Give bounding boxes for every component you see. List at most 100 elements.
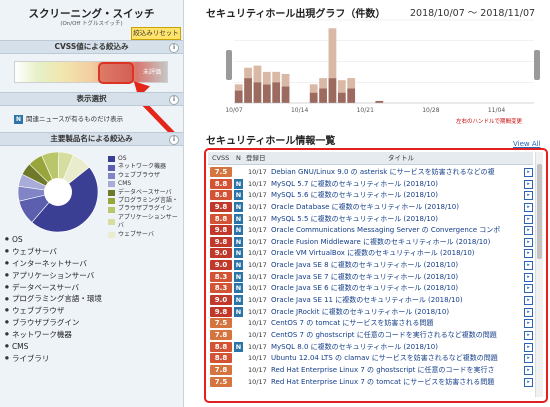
row-title-link[interactable]: Debian GNU/Linux 9.0 の asterisk にサービスを妨害… — [271, 167, 521, 177]
news-filter-toggle[interactable]: N 関連ニュースが有るものだけ表示 — [14, 113, 123, 124]
expand-icon[interactable]: ▸ — [524, 191, 533, 201]
table-row[interactable]: 9.0 N 10/17 Oracle Java SE 8 に複数のセキュリティホール … — [208, 259, 533, 271]
news-badge-icon[interactable]: N — [234, 190, 243, 201]
product-filter-item[interactable]: インターネットサーバ — [5, 258, 102, 270]
row-title-link[interactable]: Oracle Java SE 7 に複数のセキュリティホール (2018/10) — [271, 272, 521, 282]
expand-icon[interactable]: ▸ — [524, 179, 533, 189]
legend-item[interactable]: ネットワーク機器 — [108, 163, 183, 171]
expand-icon[interactable]: ▸ — [524, 272, 533, 282]
legend-item[interactable]: ウェブサーバ — [108, 231, 183, 239]
row-title-link[interactable]: Oracle Fusion Middleware に複数のセキュリティホール (… — [271, 237, 521, 247]
table-row[interactable]: 7.8 10/17 Red Hat Enterprise Linux 7 の gho… — [208, 364, 533, 376]
table-row[interactable]: 8.3 N 10/17 Oracle Java SE 7 に複数のセキュリティホール … — [208, 271, 533, 283]
expand-icon[interactable]: ▸ — [524, 330, 533, 340]
expand-icon[interactable]: ▸ — [524, 168, 533, 177]
product-filter-item[interactable]: ライブラリ — [5, 353, 102, 365]
expand-icon[interactable]: ▸ — [524, 214, 533, 224]
row-title-link[interactable]: CentOS 7 の ghostscript に任意のコードを実行されるなど複数… — [271, 330, 521, 340]
product-filter-item[interactable]: ブラウザプラグイン — [5, 317, 102, 329]
row-title-link[interactable]: Oracle Database に複数のセキュリティホール (2018/10) — [271, 202, 521, 212]
news-badge-icon[interactable]: N — [234, 236, 243, 247]
range-left-handle[interactable] — [226, 50, 232, 80]
news-badge-icon[interactable]: N — [234, 271, 243, 282]
table-row[interactable]: 8.8 N 10/17 MySQL 8.0 に複数のセキュリティホール (2018/1… — [208, 341, 533, 353]
product-filter-item[interactable]: OS — [5, 234, 102, 246]
range-right-handle[interactable] — [534, 50, 540, 80]
table-row[interactable]: 7.8 10/17 CentOS 7 の ghostscript に任意のコードを実… — [208, 329, 533, 341]
news-badge-icon[interactable]: N — [234, 213, 243, 224]
news-badge-icon[interactable]: N — [234, 178, 243, 189]
news-badge-icon[interactable]: N — [234, 341, 243, 352]
news-badge-icon[interactable]: N — [234, 295, 243, 306]
row-title-link[interactable]: Ubuntu 12.04 LTS の clamav にサービスを妨害されるなど複… — [271, 353, 521, 363]
legend-item[interactable]: アプリケーションサーバ — [108, 214, 183, 231]
cvss-range-handle[interactable] — [98, 62, 134, 84]
product-pie-chart[interactable] — [8, 148, 108, 236]
legend-item[interactable]: ウェブブラウザ — [108, 172, 183, 180]
expand-icon[interactable]: ▸ — [524, 296, 533, 306]
info-icon[interactable]: i — [169, 95, 179, 105]
expand-icon[interactable]: ▸ — [524, 365, 533, 375]
expand-icon[interactable]: ▸ — [524, 237, 533, 247]
expand-icon[interactable]: ▸ — [524, 354, 533, 364]
news-badge-icon[interactable]: N — [234, 306, 243, 317]
product-filter-item[interactable]: ネットワーク機器 — [5, 329, 102, 341]
expand-icon[interactable]: ▸ — [524, 261, 533, 271]
product-filter-item[interactable]: CMS — [5, 341, 102, 353]
expand-icon[interactable]: ▸ — [524, 377, 533, 387]
table-row[interactable]: 8.3 N 10/17 Oracle Java SE 6 に複数のセキュリティホール … — [208, 282, 533, 294]
product-filter-item[interactable]: アプリケーションサーバ — [5, 270, 102, 282]
table-row[interactable]: 8.8 N 10/17 MySQL 5.6 に複数のセキュリティホール (2018/1… — [208, 189, 533, 201]
col-title[interactable]: タイトル — [388, 152, 414, 164]
legend-item[interactable]: CMS — [108, 180, 183, 188]
product-filter-item[interactable]: ウェブブラウザ — [5, 305, 102, 317]
info-icon[interactable]: i — [169, 43, 179, 53]
row-title-link[interactable]: MySQL 5.6 に複数のセキュリティホール (2018/10) — [271, 190, 521, 200]
table-row[interactable]: 8.8 10/17 Ubuntu 12.04 LTS の clamav にサービスを… — [208, 352, 533, 364]
row-title-link[interactable]: CentOS 7 の tomcat にサービスを妨害される問題 — [271, 318, 521, 328]
expand-icon[interactable]: ▸ — [524, 342, 533, 352]
table-row[interactable]: 8.8 N 10/17 MySQL 5.7 に複数のセキュリティホール (2018/1… — [208, 178, 533, 190]
table-row[interactable]: 9.0 N 10/17 Oracle Java SE 11 に複数のセキュリティホール… — [208, 294, 533, 306]
row-title-link[interactable]: Red Hat Enterprise Linux 7 の ghostscript… — [271, 365, 521, 375]
table-row[interactable]: 7.5 10/17 Red Hat Enterprise Linux 7 の tom… — [208, 376, 533, 388]
row-title-link[interactable]: Oracle JRockit に複数のセキュリティホール (2018/10) — [271, 307, 521, 317]
table-scrollbar[interactable] — [535, 152, 543, 397]
row-title-link[interactable]: Oracle Java SE 6 に複数のセキュリティホール (2018/10) — [271, 283, 521, 293]
news-badge-icon[interactable]: N — [234, 225, 243, 236]
expand-icon[interactable]: ▸ — [524, 284, 533, 294]
table-row[interactable]: 9.8 N 10/17 Oracle Fusion Middleware に複数のセキ… — [208, 236, 533, 248]
row-title-link[interactable]: MySQL 5.5 に複数のセキュリティホール (2018/10) — [271, 214, 521, 224]
col-cvss[interactable]: CVSS — [212, 152, 229, 164]
expand-icon[interactable]: ▸ — [524, 226, 533, 236]
row-title-link[interactable]: MySQL 8.0 に複数のセキュリティホール (2018/10) — [271, 342, 521, 352]
info-icon[interactable]: i — [169, 135, 179, 145]
legend-item[interactable]: ブラウザプラグイン — [108, 205, 183, 213]
expand-icon[interactable]: ▸ — [524, 319, 533, 329]
row-title-link[interactable]: Oracle VM VirtualBox に複数のセキュリティホール (2018… — [271, 248, 521, 258]
table-row[interactable]: 9.8 N 10/17 Oracle Communications Messaging… — [208, 224, 533, 236]
expand-icon[interactable]: ▸ — [524, 202, 533, 212]
row-title-link[interactable]: Oracle Java SE 11 に複数のセキュリティホール (2018/10… — [271, 295, 521, 305]
product-filter-item[interactable]: ウェブサーバ — [5, 246, 102, 258]
legend-item[interactable]: データベースサーバ — [108, 189, 183, 197]
col-date[interactable]: 登録日 — [246, 152, 266, 164]
row-title-link[interactable]: MySQL 5.7 に複数のセキュリティホール (2018/10) — [271, 179, 521, 189]
product-filter-item[interactable]: プログラミング言語・環境 — [5, 293, 102, 305]
expand-icon[interactable]: ▸ — [524, 249, 533, 259]
table-row[interactable]: 9.8 N 10/17 Oracle JRockit に複数のセキュリティホール (2… — [208, 306, 533, 318]
col-news[interactable]: N — [236, 152, 241, 164]
row-title-link[interactable]: Oracle Java SE 8 に複数のセキュリティホール (2018/10) — [271, 260, 521, 270]
table-row[interactable]: 9.8 N 10/17 Oracle Database に複数のセキュリティホール (… — [208, 201, 533, 213]
news-badge-icon[interactable]: N — [234, 283, 243, 294]
occurrence-chart[interactable]: 10/07 10/14 10/21 10/28 11/04 — [204, 18, 544, 120]
reset-button[interactable]: 絞込みリセット — [131, 27, 181, 40]
product-filter-item[interactable]: データベースサーバ — [5, 282, 102, 294]
table-row[interactable]: 7.5 10/17 CentOS 7 の tomcat にサービスを妨害される問題 ▸ — [208, 317, 533, 329]
view-all-link[interactable]: View All — [513, 140, 541, 148]
row-title-link[interactable]: Oracle Communications Messaging Server の… — [271, 225, 521, 235]
table-row[interactable]: 7.5 10/17 Debian GNU/Linux 9.0 の asterisk … — [208, 166, 533, 178]
row-title-link[interactable]: Red Hat Enterprise Linux 7 の tomcat にサービ… — [271, 377, 521, 387]
news-badge-icon[interactable]: N — [234, 248, 243, 259]
table-row[interactable]: 8.8 N 10/17 MySQL 5.5 に複数のセキュリティホール (2018/1… — [208, 213, 533, 225]
